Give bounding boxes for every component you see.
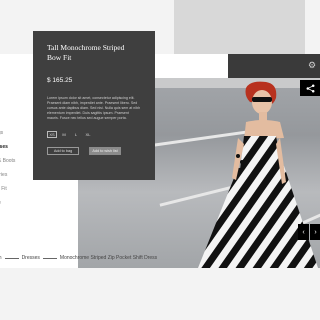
breadcrumb-separator — [42, 257, 57, 259]
sidebar-item[interactable]: s — [0, 112, 15, 126]
add-to-bag-button[interactable]: Add to bag — [47, 147, 79, 155]
page-background-bottom — [0, 268, 320, 320]
product-actions: Add to bag Add to wish list — [47, 147, 141, 155]
category-sidebar: s ings esses s & Boots sories By Fit Me — [0, 112, 15, 210]
breadcrumb-item[interactable]: Dresses — [22, 255, 40, 261]
size-selector: XS M L XL — [47, 131, 141, 138]
share-icon-glyph — [306, 84, 314, 92]
breadcrumb: on Dresses Monochrome Striped Zip Pocket… — [0, 255, 157, 261]
product-info-panel: Tall Monochrome Striped Bow Fit $ 165.25… — [33, 31, 155, 180]
chevron-right-icon[interactable]: › — [310, 224, 320, 240]
header-menu-icon[interactable]: ⚙︎ — [308, 61, 320, 70]
breadcrumb-item[interactable]: on — [0, 255, 2, 261]
size-option-xl[interactable]: XL — [83, 131, 93, 138]
chevron-left-icon[interactable]: ‹ — [298, 224, 309, 240]
sidebar-item[interactable]: By Fit — [0, 182, 15, 196]
product-title: Tall Monochrome Striped Bow Fit — [47, 43, 125, 62]
size-option-m[interactable]: M — [59, 131, 69, 138]
sidebar-item-active[interactable]: esses — [0, 140, 15, 154]
site-header: ⚙︎ — [228, 54, 320, 78]
product-price: $ 165.25 — [47, 77, 73, 84]
sidebar-item[interactable]: s & Boots — [0, 154, 15, 168]
size-option-xs[interactable]: XS — [47, 131, 57, 138]
breadcrumb-separator — [4, 257, 19, 259]
sidebar-item[interactable]: sories — [0, 168, 15, 182]
product-description: Lorem ipsum dolor sit amet, consectetur … — [47, 96, 141, 120]
sidebar-item[interactable]: ings — [0, 126, 15, 140]
share-icon[interactable] — [300, 80, 320, 96]
add-to-wishlist-button[interactable]: Add to wish list — [89, 147, 121, 155]
size-option-l[interactable]: L — [71, 131, 81, 138]
breadcrumb-current: Monochrome Striped Zip Pocket Shift Dres… — [59, 255, 158, 261]
sidebar-item[interactable]: Me — [0, 196, 15, 210]
